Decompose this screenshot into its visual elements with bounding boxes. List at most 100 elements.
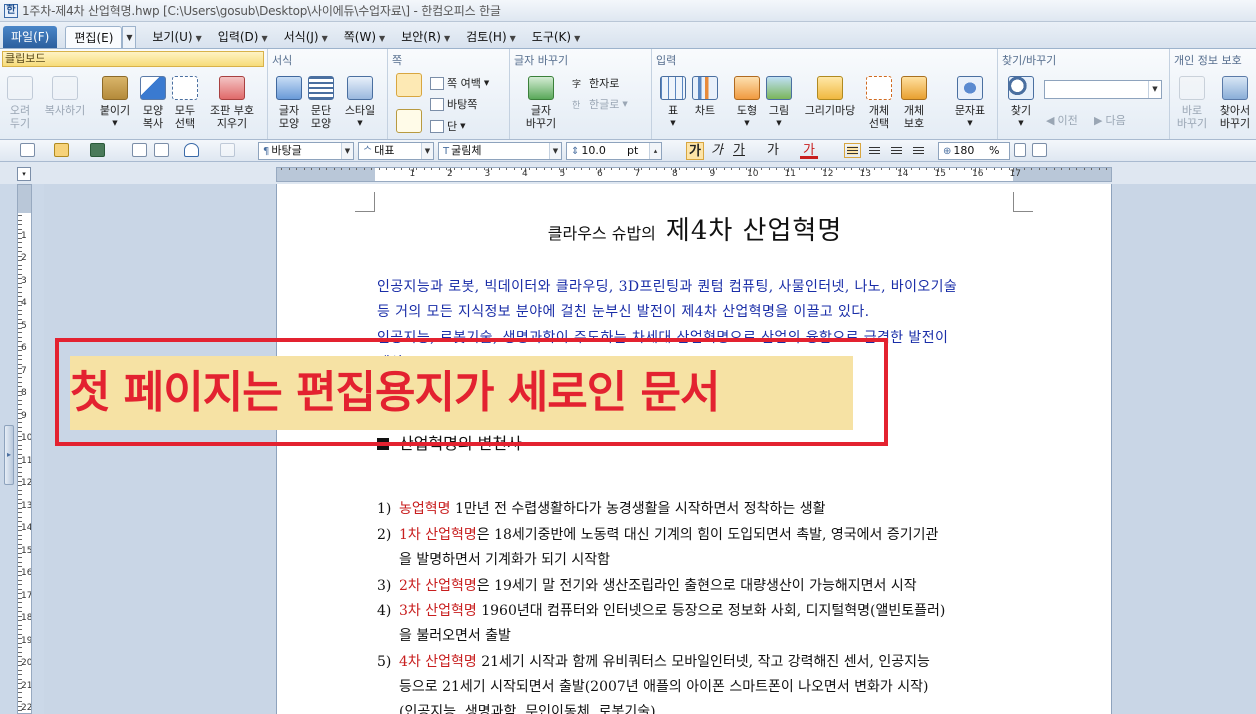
menu-security[interactable]: 보안(R) ▼ [393, 26, 458, 48]
page-layout-button[interactable] [394, 109, 424, 137]
find-prev-button[interactable]: ◀ 이전 [1046, 112, 1078, 128]
ruler-minor-tick [641, 168, 642, 170]
vertical-ruler[interactable]: 1 2 3 4 5 6 7 8 9 10 11 12 13 14 15 16 17 18 19 20 21 22 [17, 184, 32, 714]
page-margin-button[interactable]: 쪽 여백 ▼ [430, 75, 489, 91]
horizontal-ruler[interactable]: 1 2 3 4 5 6 7 8 9 10 11 12 13 14 15 16 17 [276, 167, 1112, 182]
cut-button[interactable]: 오려 두기 [4, 76, 36, 130]
page-setup-button[interactable] [394, 73, 424, 101]
align-right-button[interactable] [910, 143, 927, 158]
spinner-icon[interactable]: ▴ [649, 143, 661, 159]
find-next-button[interactable]: ▶ 다음 [1094, 112, 1126, 128]
chevron-down-icon[interactable]: ▼ [1148, 81, 1161, 98]
ruler-minor-tick [956, 168, 957, 170]
ruler-minor-tick [813, 168, 815, 170]
save-button[interactable] [90, 143, 105, 159]
bold-button[interactable]: 가 [686, 142, 704, 160]
ruler-minor-tick [18, 489, 22, 491]
clear-markup-button[interactable]: 조판 부호 지우기 [203, 76, 261, 130]
justify-button[interactable] [844, 143, 861, 158]
menu-review[interactable]: 검토(H) ▼ [458, 26, 524, 48]
new-document-icon [20, 143, 35, 157]
char-convert-button[interactable]: 글자 바꾸기 [520, 76, 562, 130]
chart-button[interactable]: 차트 [690, 76, 720, 117]
object-select-button[interactable]: 개체 선택 [864, 76, 894, 130]
menu-page[interactable]: 쪽(W) ▼ [336, 26, 393, 48]
view-toggle-button[interactable] [1032, 143, 1047, 159]
ruler-minor-tick [378, 168, 380, 170]
ruler-minor-tick [18, 291, 22, 293]
ruler-minor-tick [423, 168, 425, 170]
align-left-button[interactable] [866, 143, 883, 158]
ruler-minor-tick [18, 642, 22, 644]
ruler-minor-tick [461, 168, 462, 170]
strike-button[interactable]: 가 [764, 142, 782, 160]
font-select[interactable]: T 굴림체 ▼ [438, 142, 562, 160]
char-shape-button[interactable]: 글자 모양 [274, 76, 304, 130]
document-page[interactable]: 클라우스 슈밥의 제4차 산업혁명 인공지능과 로봇, 빅데이터와 클라우딩, 3… [276, 184, 1112, 714]
para-shape-button[interactable]: 문단 모양 [306, 76, 336, 130]
ruler-corner-icon[interactable]: ▾ [17, 167, 31, 181]
chevron-down-icon[interactable]: ▼ [421, 143, 433, 159]
align-center-button[interactable] [888, 143, 905, 158]
find-button[interactable]: 찾기 ▼ [1006, 76, 1036, 130]
hangul-button[interactable]: 한 한글로 ▼ [572, 96, 628, 112]
chevron-down-icon[interactable]: ▼ [549, 143, 561, 159]
privacy-quick-button[interactable]: 바로 바꾸기 [1174, 76, 1210, 130]
font-color-button[interactable]: 가 [800, 142, 818, 159]
page-bg-button[interactable]: 바탕쪽 [430, 96, 477, 112]
undo-button[interactable] [184, 143, 199, 159]
object-select-label-2: 선택 [868, 117, 890, 130]
paste-button[interactable]: 붙이기 ▼ [96, 76, 134, 130]
menu-tools[interactable]: 도구(K) ▼ [524, 26, 588, 48]
gallery-button[interactable]: 그리기마당 [798, 76, 862, 117]
symbol-button[interactable]: 문자표 ▼ [950, 76, 990, 130]
menu-file[interactable]: 파일(F) [3, 26, 58, 48]
style-button[interactable]: 스타일 ▼ [340, 76, 380, 130]
ruler-minor-tick [18, 327, 22, 329]
find-input[interactable]: ▼ [1044, 80, 1162, 99]
find-prev-label: 이전 [1057, 114, 1078, 127]
side-panel-handle[interactable]: ▸ [4, 425, 14, 485]
ruler-minor-tick [18, 219, 22, 221]
ruler-minor-tick [18, 539, 22, 540]
ruler-minor-tick [18, 458, 22, 459]
ruler-minor-tick [933, 168, 935, 170]
hanja-button[interactable]: 字 한자로 [572, 75, 619, 91]
select-all-button[interactable]: 모두 선택 [170, 76, 200, 130]
object-protect-button[interactable]: 개체 보호 [896, 76, 932, 130]
ruler-minor-tick [18, 282, 22, 284]
style-select[interactable]: ¶ 바탕글 ▼ [258, 142, 354, 160]
font-size-input[interactable]: ⇕ 10.0 pt ▴ [566, 142, 662, 160]
menu-insert[interactable]: 입력(D) ▼ [210, 26, 276, 48]
ruler-minor-tick [18, 660, 22, 662]
preview-button[interactable] [154, 143, 169, 159]
zoom-input[interactable]: ⊕ 180% [938, 142, 1010, 160]
underline-button[interactable]: 가 [730, 142, 748, 160]
picture-button[interactable]: 그림 ▼ [764, 76, 794, 130]
chevron-down-icon[interactable]: ▼ [341, 143, 353, 159]
hwp-app-icon[interactable]: 한 [4, 3, 18, 18]
hangul-icon: 한 [572, 100, 581, 111]
new-doc-button[interactable] [20, 143, 35, 159]
ruler-minor-tick [1106, 168, 1107, 170]
table-button[interactable]: 표 ▼ [658, 76, 688, 130]
menu-view[interactable]: 보기(U) ▼ [144, 26, 209, 48]
ruler-minor-tick [18, 251, 22, 252]
language-select[interactable]: ᄉ 대표 ▼ [358, 142, 434, 160]
menu-format[interactable]: 서식(J) ▼ [276, 26, 336, 48]
menu-edit-dropdown-icon[interactable]: ▼ [122, 26, 137, 48]
title-bar: 한 1주차-제4차 산업혁명.hwp [C:\Users\gosub\Deskt… [0, 0, 1256, 22]
format-painter-button[interactable]: 모양 복사 [138, 76, 168, 130]
ruler-minor-tick [506, 168, 507, 170]
copy-button[interactable]: 복사하기 [38, 76, 92, 117]
shape-button[interactable]: 도형 ▼ [732, 76, 762, 130]
menu-edit[interactable]: 편집(E) [65, 26, 123, 48]
zoom-spinner[interactable] [1014, 143, 1026, 159]
open-button[interactable] [54, 143, 69, 159]
italic-button[interactable]: 가 [708, 142, 726, 160]
print-button[interactable] [132, 143, 147, 159]
redo-button[interactable] [220, 143, 235, 159]
columns-button[interactable]: 단 ▼ [430, 118, 466, 134]
ruler-minor-tick [18, 426, 22, 428]
privacy-search-button[interactable]: 찾아서 바꾸기 [1214, 76, 1256, 130]
